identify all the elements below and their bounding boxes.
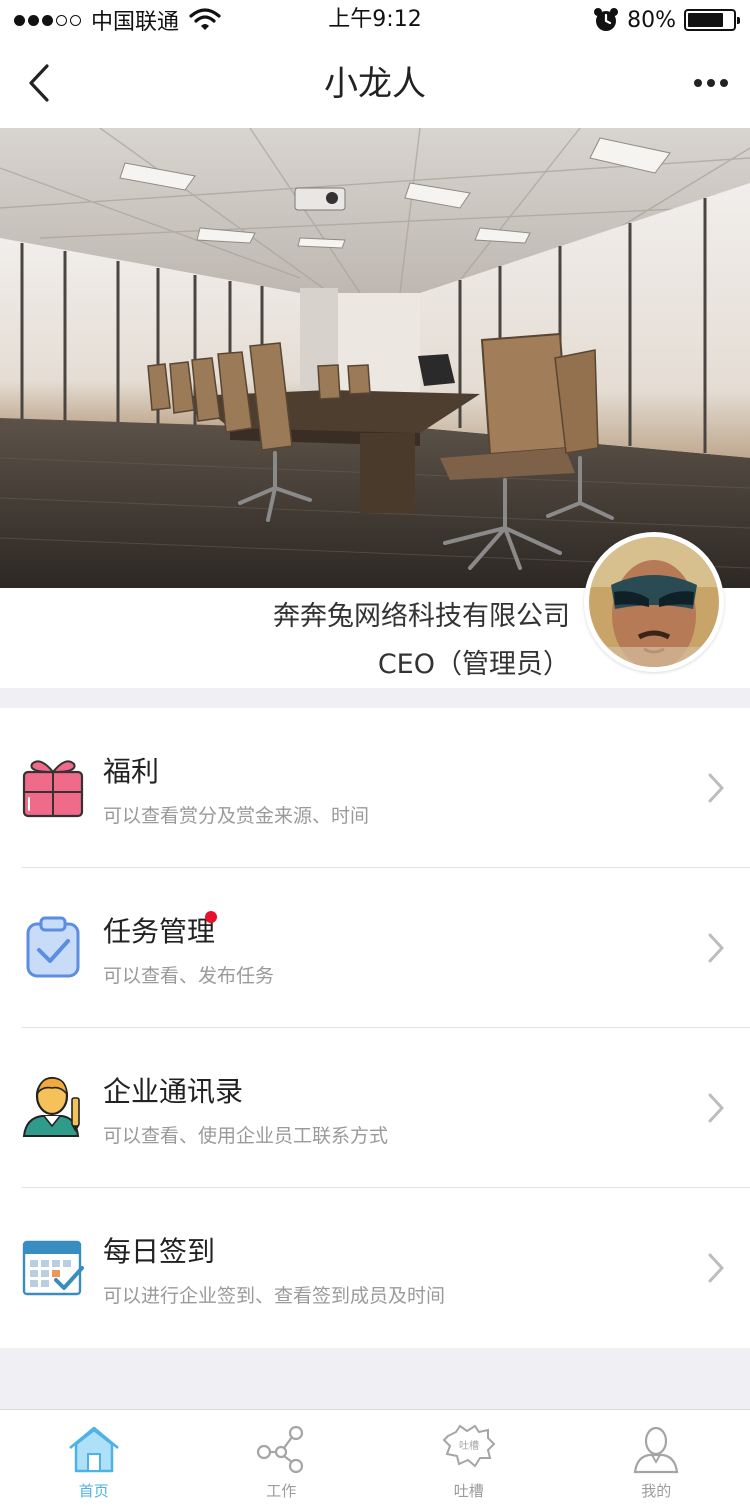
chevron-right-icon [708, 933, 724, 963]
tab-label: 工作 [266, 1482, 297, 1500]
speech-burst-icon: 吐槽 [442, 1424, 496, 1468]
clipboard-check-icon [26, 916, 80, 978]
gift-icon [22, 760, 84, 818]
contact-person-icon [22, 1076, 80, 1137]
menu-item-title: 每日签到 [103, 1235, 216, 1268]
menu-item-subtitle: 可以查看赏分及赏金来源、时间 [103, 805, 370, 827]
share-network-icon [257, 1425, 304, 1474]
svg-text:吐槽: 吐槽 [459, 1439, 479, 1452]
home-icon [68, 1426, 119, 1473]
navigation-bar: 小龙人 [0, 40, 750, 128]
more-dot-icon [707, 79, 715, 87]
battery-icon [684, 9, 740, 31]
avatar[interactable] [584, 532, 724, 672]
tab-work[interactable]: 工作 [188, 1410, 376, 1509]
menu-item-subtitle: 可以查看、发布任务 [103, 965, 275, 987]
menu-list: 福利 可以查看赏分及赏金来源、时间 任务管理 可以查看、发布任务 企业通讯录 可… [0, 708, 750, 1348]
menu-item-daily-checkin[interactable]: 每日签到 可以进行企业签到、查看签到成员及时间 [0, 1188, 750, 1348]
tab-label: 吐槽 [453, 1482, 484, 1500]
menu-item-welfare[interactable]: 福利 可以查看赏分及赏金来源、时间 [0, 708, 750, 868]
tab-mine[interactable]: 我的 [563, 1410, 750, 1509]
user-role: CEO（管理员） [377, 649, 570, 680]
menu-item-title: 企业通讯录 [103, 1075, 244, 1108]
tab-bar: 首页 工作 吐槽 吐槽 我的 [0, 1409, 750, 1509]
menu-item-title: 福利 [103, 755, 160, 788]
chevron-right-icon [708, 773, 724, 803]
status-bar: 中国联通 上午9:12 80% [0, 0, 750, 40]
tab-label: 首页 [78, 1482, 109, 1500]
more-button[interactable] [686, 58, 736, 108]
menu-item-subtitle: 可以查看、使用企业员工联系方式 [103, 1125, 389, 1147]
user-icon [633, 1426, 679, 1474]
battery-percent: 80% [627, 7, 676, 33]
alarm-clock-icon [594, 8, 619, 31]
menu-item-contacts[interactable]: 企业通讯录 可以查看、使用企业员工联系方式 [0, 1028, 750, 1188]
calendar-check-icon [22, 1240, 84, 1296]
tab-label: 我的 [641, 1482, 672, 1500]
chevron-right-icon [708, 1253, 724, 1283]
menu-item-task-management[interactable]: 任务管理 可以查看、发布任务 [0, 868, 750, 1028]
page-title: 小龙人 [324, 64, 426, 104]
company-name: 奔奔兔网络科技有限公司 [273, 601, 570, 632]
avatar-image [589, 537, 719, 667]
menu-item-title: 任务管理 [103, 915, 216, 948]
cover-image [0, 128, 750, 588]
menu-item-subtitle: 可以进行企业签到、查看签到成员及时间 [103, 1285, 446, 1307]
status-right: 80% [593, 6, 740, 34]
tab-home[interactable]: 首页 [0, 1410, 188, 1509]
battery-level [688, 13, 724, 27]
more-dot-icon [720, 79, 728, 87]
tab-complaints[interactable]: 吐槽 吐槽 [375, 1410, 563, 1509]
more-dot-icon [694, 79, 702, 87]
notification-badge [205, 911, 217, 923]
conference-room-image [0, 128, 750, 588]
chevron-right-icon [708, 1093, 724, 1123]
